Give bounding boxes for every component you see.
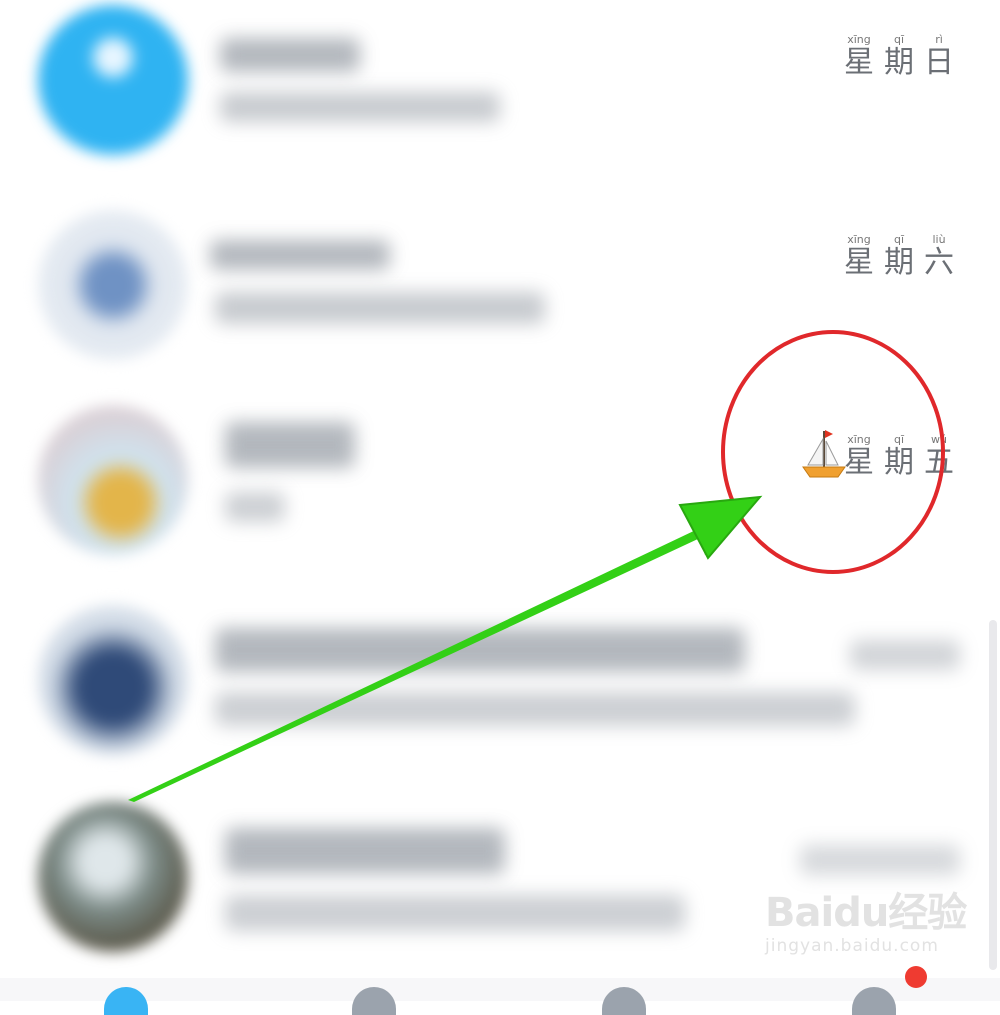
highlight-circle xyxy=(721,330,945,574)
annotation-overlay xyxy=(128,330,945,802)
pointer-arrow xyxy=(128,498,760,802)
